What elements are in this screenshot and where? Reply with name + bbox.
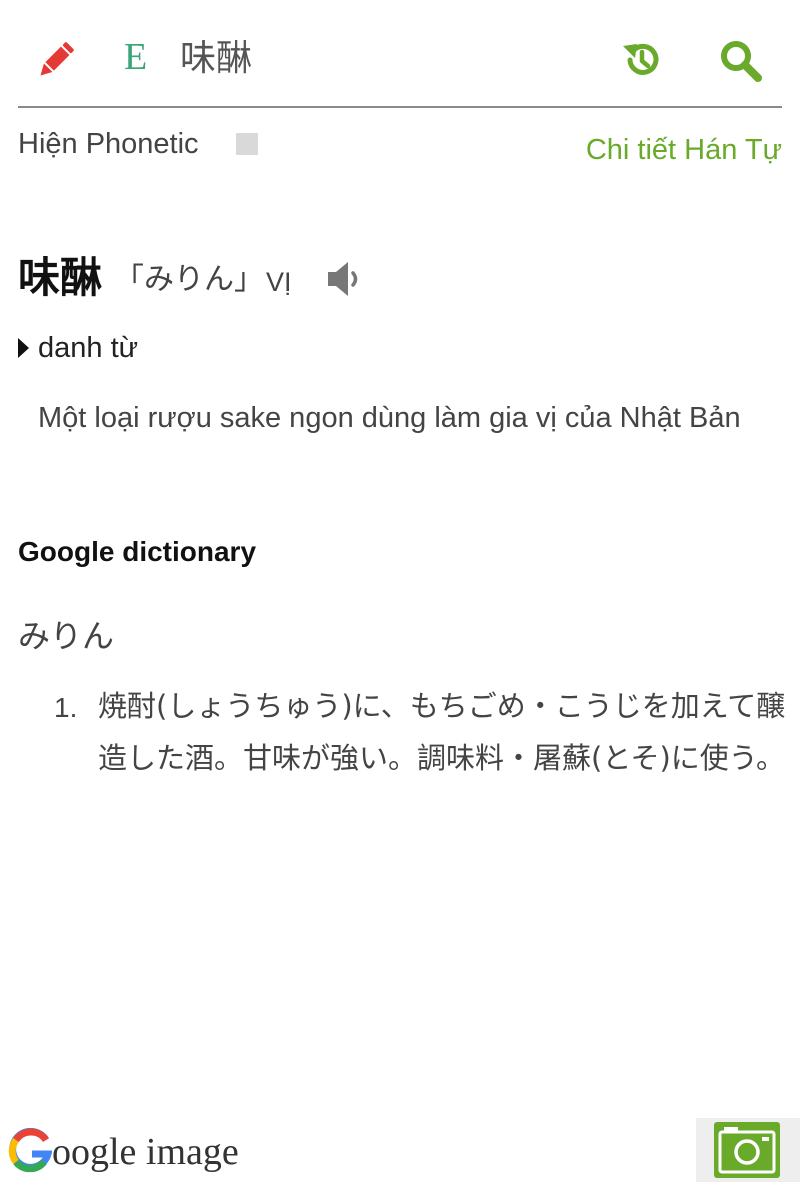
- header-divider: [18, 106, 782, 108]
- google-image-label: oogle image: [52, 1131, 239, 1173]
- meaning-text: Một loại rượu sake ngon dùng làm gia vị …: [38, 402, 741, 434]
- camera-button-area[interactable]: [696, 1118, 800, 1182]
- definition-text: 焼酎(しょうちゅう)に、もちごめ・こうじを加えて醸造した酒。甘味が強い。調味料・…: [98, 689, 786, 775]
- google-g-logo-icon: [8, 1127, 53, 1174]
- pos-caret-icon: [18, 338, 29, 358]
- speaker-icon[interactable]: [324, 258, 364, 300]
- search-term-display[interactable]: 味醂: [180, 34, 252, 84]
- part-of-speech: danh từ: [38, 332, 139, 364]
- phonetic-checkbox[interactable]: [236, 133, 258, 155]
- kanji-detail-link[interactable]: Chi tiết Hán Tự: [586, 130, 782, 170]
- camera-icon[interactable]: [714, 1122, 780, 1178]
- language-toggle-button[interactable]: E: [124, 32, 147, 82]
- google-dictionary-heading: Google dictionary: [18, 536, 257, 567]
- search-icon[interactable]: [718, 38, 764, 84]
- pencil-icon[interactable]: [34, 38, 78, 82]
- entry-reading: 「みりん」: [114, 262, 264, 297]
- google-image-link[interactable]: oogle image: [8, 1124, 239, 1180]
- entry-hanviet: VỊ: [266, 267, 292, 297]
- google-dictionary-word: みりん: [18, 617, 115, 655]
- entry-kanji: 味醂: [18, 253, 103, 302]
- history-icon[interactable]: [620, 38, 664, 82]
- phonetic-toggle-label[interactable]: Hiện Phonetic: [18, 124, 199, 164]
- definition-number: 1.: [54, 692, 78, 723]
